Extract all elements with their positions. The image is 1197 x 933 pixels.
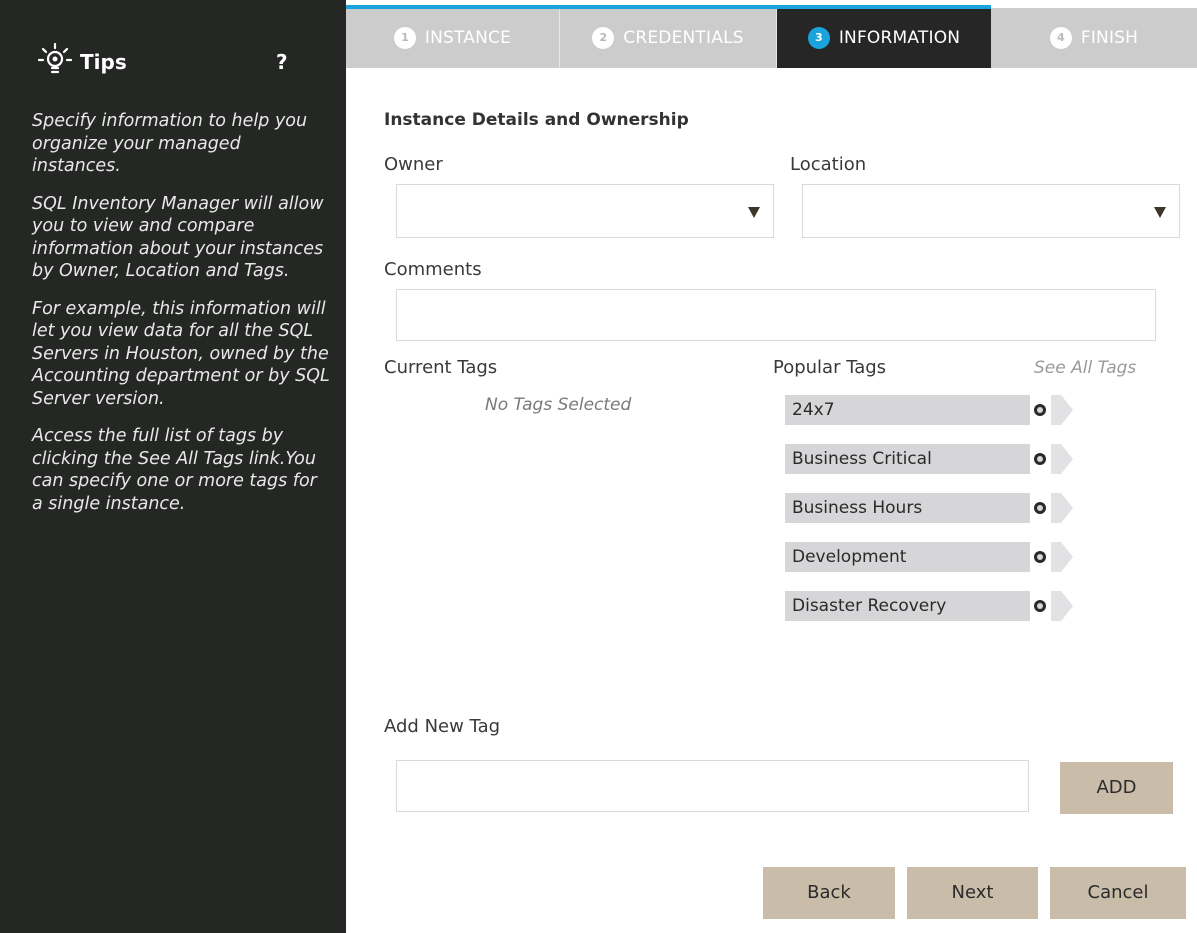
popular-tag[interactable]: Business Critical xyxy=(785,444,1085,474)
lightbulb-icon xyxy=(38,42,72,74)
step-label: INFORMATION xyxy=(838,28,961,48)
wizard-stepper: 1 INSTANCE 2 CREDENTIALS 3 INFORMATION 4… xyxy=(346,0,1197,70)
add-tag-icon[interactable] xyxy=(1034,600,1046,612)
tag-arrow xyxy=(1051,395,1061,425)
popular-tag[interactable]: 24x7 xyxy=(785,395,1085,425)
dropdown-caret-icon xyxy=(1154,207,1166,218)
tag-arrow xyxy=(1051,591,1061,621)
popular-tag[interactable]: Development xyxy=(785,542,1085,572)
tips-text: Specify information to help you organize… xyxy=(32,110,332,530)
location-label: Location xyxy=(790,154,867,175)
tag-arrow xyxy=(1051,542,1061,572)
add-new-tag-label: Add New Tag xyxy=(384,716,501,737)
tag-label: Disaster Recovery xyxy=(792,596,947,616)
tag-arrow-tip xyxy=(1061,395,1073,425)
tips-header: Tips ? xyxy=(38,42,298,82)
tag-arrow-tip xyxy=(1061,493,1073,523)
add-tag-icon[interactable] xyxy=(1034,453,1046,465)
step-label: FINISH xyxy=(1080,28,1139,48)
popular-tag[interactable]: Disaster Recovery xyxy=(785,591,1085,621)
section-title: Instance Details and Ownership xyxy=(384,110,689,130)
tag-arrow-tip xyxy=(1061,542,1073,572)
tips-paragraph: SQL Inventory Manager will allow you to … xyxy=(32,193,324,282)
step-label: INSTANCE xyxy=(424,28,512,48)
tag-arrow xyxy=(1051,444,1061,474)
tag-label: Development xyxy=(792,547,907,567)
tips-sidebar: Tips ? Specify information to help you o… xyxy=(0,0,346,933)
step-number: 3 xyxy=(807,27,830,49)
popular-tag[interactable]: Business Hours xyxy=(785,493,1085,523)
comments-input[interactable] xyxy=(396,289,1156,341)
tag-arrow-tip xyxy=(1061,591,1073,621)
step-number: 4 xyxy=(1049,27,1072,49)
tag-label: 24x7 xyxy=(792,400,835,420)
step-label: CREDENTIALS xyxy=(623,28,744,48)
tips-title: Tips xyxy=(80,50,127,74)
tag-arrow-tip xyxy=(1061,444,1073,474)
back-button[interactable]: Back xyxy=(763,867,895,919)
current-tags-label: Current Tags xyxy=(384,357,498,378)
step-number: 1 xyxy=(393,27,416,49)
dropdown-caret-icon xyxy=(748,207,760,218)
tag-arrow xyxy=(1051,493,1061,523)
tips-paragraph: Access the full list of tags by clicking… xyxy=(32,426,317,514)
new-tag-input[interactable] xyxy=(396,760,1029,812)
add-tag-icon[interactable] xyxy=(1034,404,1046,416)
step-information[interactable]: 3 INFORMATION xyxy=(777,8,991,68)
no-tags-text: No Tags Selected xyxy=(485,395,632,415)
tips-paragraph: For example, this information will let y… xyxy=(32,298,330,409)
help-button[interactable]: ? xyxy=(276,50,288,74)
tag-label: Business Hours xyxy=(792,498,923,518)
see-all-tags-link[interactable]: See All Tags xyxy=(1034,358,1136,378)
tips-paragraph: Specify information to help you organize… xyxy=(32,111,308,176)
comments-label: Comments xyxy=(384,259,482,280)
cancel-button[interactable]: Cancel xyxy=(1050,867,1186,919)
step-number: 2 xyxy=(592,27,615,49)
next-button[interactable]: Next xyxy=(907,867,1038,919)
owner-label: Owner xyxy=(384,154,443,175)
owner-select[interactable] xyxy=(396,184,774,238)
step-finish[interactable]: 4 FINISH xyxy=(991,8,1197,68)
step-instance[interactable]: 1 INSTANCE xyxy=(346,8,559,68)
step-progress-bar xyxy=(346,5,991,9)
location-select[interactable] xyxy=(802,184,1180,238)
add-tag-icon[interactable] xyxy=(1034,551,1046,563)
popular-tags-list: 24x7 Business Critical Business Hours De… xyxy=(785,395,1085,640)
add-tag-button[interactable]: ADD xyxy=(1060,762,1173,814)
popular-tags-label: Popular Tags xyxy=(773,357,887,378)
tag-label: Business Critical xyxy=(792,449,932,469)
add-tag-icon[interactable] xyxy=(1034,502,1046,514)
step-credentials[interactable]: 2 CREDENTIALS xyxy=(560,8,776,68)
